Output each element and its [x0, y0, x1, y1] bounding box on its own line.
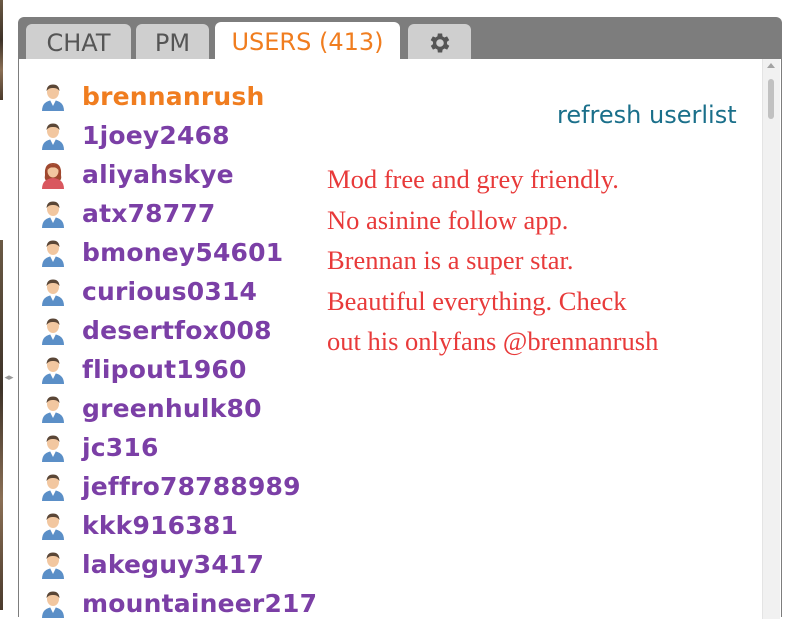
refresh-userlist-link[interactable]: refresh userlist — [557, 101, 737, 129]
username-link[interactable]: greenhulk80 — [82, 394, 262, 423]
user-list-item[interactable]: jeffro78788989 — [40, 467, 317, 506]
username-link[interactable]: 1joey2468 — [82, 121, 230, 150]
male-user-icon — [40, 83, 66, 111]
user-list-item[interactable]: kkk916381 — [40, 506, 317, 545]
scroll-up-arrow-icon[interactable] — [767, 63, 775, 68]
tab-users[interactable]: USERS (413) — [215, 22, 400, 59]
tab-pm[interactable]: PM — [136, 24, 209, 59]
male-user-icon — [40, 395, 66, 423]
username-link[interactable]: aliyahskye — [82, 160, 234, 189]
room-subject-line: No asinine follow app. — [327, 204, 569, 235]
male-user-icon — [40, 200, 66, 228]
male-user-icon — [40, 278, 66, 306]
male-user-icon — [40, 551, 66, 579]
username-link[interactable]: desertfox008 — [82, 316, 272, 345]
user-list-item[interactable]: greenhulk80 — [40, 389, 317, 428]
room-subject: Mod free and grey friendly. No asinine f… — [327, 159, 757, 362]
username-link[interactable]: kkk916381 — [82, 511, 238, 540]
panel-resize-handle[interactable]: ◂▸ — [2, 372, 16, 384]
male-user-icon — [40, 512, 66, 540]
username-link[interactable]: jc316 — [82, 433, 159, 462]
user-list-item[interactable]: jc316 — [40, 428, 317, 467]
male-user-icon — [40, 317, 66, 345]
scrollbar[interactable] — [762, 59, 780, 619]
username-link[interactable]: curious0314 — [82, 277, 257, 306]
user-list-item[interactable]: 1joey2468 — [40, 116, 317, 155]
user-list-item[interactable]: flipout1960 — [40, 350, 317, 389]
user-list-item[interactable]: desertfox008 — [40, 311, 317, 350]
username-link[interactable]: jeffro78788989 — [82, 472, 301, 501]
scroll-thumb[interactable] — [768, 79, 774, 119]
username-link[interactable]: brennanrush — [82, 82, 264, 111]
male-user-icon — [40, 356, 66, 384]
username-link[interactable]: lakeguy3417 — [82, 550, 264, 579]
tab-settings[interactable] — [408, 24, 471, 59]
background-photo-edge — [0, 240, 3, 610]
username-link[interactable]: flipout1960 — [82, 355, 247, 384]
username-link[interactable]: mountaineer217 — [82, 589, 317, 618]
female-user-icon — [40, 161, 66, 189]
user-list-item[interactable]: mountaineer217 — [40, 584, 317, 623]
male-user-icon — [40, 122, 66, 150]
username-link[interactable]: bmoney54601 — [82, 238, 283, 267]
chat-panel: CHAT PM USERS (413) brennanrush 1joey2468… — [18, 17, 782, 619]
username-link[interactable]: atx78777 — [82, 199, 216, 228]
user-list-item[interactable]: brennanrush — [40, 77, 317, 116]
user-list-item[interactable]: aliyahskye — [40, 155, 317, 194]
tab-bar: CHAT PM USERS (413) — [18, 17, 782, 59]
male-user-icon — [40, 434, 66, 462]
room-subject-line: Brennan is a super star. — [327, 245, 574, 275]
room-subject-line: Beautiful everything. Check — [327, 285, 627, 316]
user-list-item[interactable]: atx78777 — [40, 194, 317, 233]
room-subject-line: out his onlyfans @brennanrush — [327, 326, 659, 356]
user-list-item[interactable]: bmoney54601 — [40, 233, 317, 272]
user-list: brennanrush 1joey2468 aliyahskye atx78777 bm… — [40, 77, 317, 623]
tab-chat[interactable]: CHAT — [26, 24, 131, 59]
users-tab-content: brennanrush 1joey2468 aliyahskye atx78777 bm… — [19, 59, 781, 619]
male-user-icon — [40, 473, 66, 501]
user-list-item[interactable]: lakeguy3417 — [40, 545, 317, 584]
background-photo-edge — [0, 0, 3, 100]
male-user-icon — [40, 239, 66, 267]
page-edge: ◂▸ — [0, 0, 18, 610]
room-subject-line: Mod free and grey friendly. — [327, 164, 619, 194]
user-list-item[interactable]: curious0314 — [40, 272, 317, 311]
gear-icon — [430, 33, 449, 53]
male-user-icon — [40, 590, 66, 618]
